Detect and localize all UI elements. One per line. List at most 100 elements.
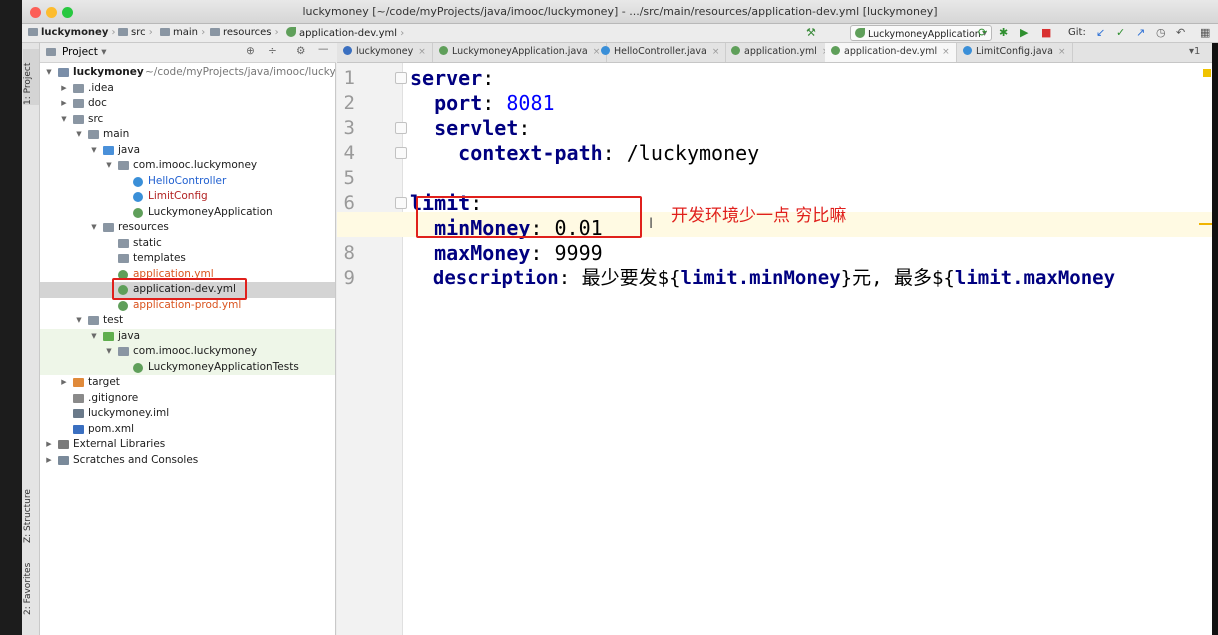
tree-item-label: java: [118, 329, 140, 342]
breadcrumb-main[interactable]: main ›: [160, 27, 205, 38]
editor-tabs: luckymoney × LuckymoneyApplication.java × He…: [337, 43, 1218, 63]
more-tabs-icon[interactable]: ▾1: [1189, 46, 1200, 57]
tree-item[interactable]: luckymoney.iml: [40, 406, 335, 422]
code-editor[interactable]: 123456789 server: port: 8081 servlet: co…: [337, 63, 1218, 635]
tree-item[interactable]: LimitConfig: [40, 189, 335, 205]
module-folder-icon: [58, 68, 69, 77]
tree-item-label: LuckymoneyApplicationTests: [148, 360, 299, 373]
editor-tab[interactable]: LimitConfig.java ×: [957, 43, 1073, 62]
tree-item[interactable]: .gitignore: [40, 391, 335, 407]
collapse-all-icon[interactable]: ÷: [268, 45, 277, 57]
expand-right-icon[interactable]: ▶: [44, 453, 54, 469]
tree-item[interactable]: ▼ src: [40, 112, 335, 128]
git-commit-icon[interactable]: ✓: [1116, 26, 1125, 40]
tree-item[interactable]: ▼ java: [40, 328, 335, 345]
tree-item[interactable]: templates: [40, 251, 335, 267]
text-cursor-icon: I: [649, 216, 654, 232]
breadcrumb-file[interactable]: application-dev.yml ›: [286, 27, 404, 39]
expand-down-icon[interactable]: ▼: [59, 112, 69, 128]
tree-item[interactable]: LuckymoneyApplicationTests: [40, 359, 335, 375]
expand-down-icon[interactable]: ▼: [104, 158, 114, 174]
revert-icon[interactable]: ↶: [1176, 26, 1185, 40]
code-line-8[interactable]: maxMoney: 9999: [410, 241, 603, 266]
code-line-4[interactable]: context-path: /luckymoney: [410, 141, 759, 166]
tree-item[interactable]: ▶ .idea: [40, 81, 335, 97]
breadcrumb-project[interactable]: luckymoney ›: [28, 27, 116, 38]
expand-down-icon[interactable]: ▼: [89, 329, 99, 345]
editor-tab[interactable]: application.yml×: [725, 43, 837, 62]
tree-item[interactable]: ▶ External Libraries: [40, 437, 335, 453]
expand-down-icon[interactable]: ▼: [74, 127, 84, 143]
tree-item[interactable]: HelloController: [40, 174, 335, 190]
project-view-select[interactable]: Project ▾: [62, 46, 107, 58]
yaml-icon: [831, 46, 840, 55]
editor-tab-label: luckymoney: [356, 46, 414, 57]
code-line-1[interactable]: server:: [410, 66, 494, 91]
editor-tab[interactable]: application-dev.yml ×: [825, 43, 957, 62]
fold-marker-icon[interactable]: [395, 122, 407, 134]
fold-marker-icon[interactable]: [395, 197, 407, 209]
breadcrumb-resources[interactable]: resources ›: [210, 27, 279, 38]
close-tab-icon[interactable]: ×: [942, 47, 950, 57]
tree-item-label: src: [88, 112, 104, 125]
rerun-icon[interactable]: ⟳: [978, 26, 987, 40]
close-tab-icon[interactable]: ×: [1058, 47, 1066, 57]
inspection-status-icon: [1203, 69, 1211, 77]
project-tool-tab[interactable]: 1: Project: [23, 49, 39, 105]
editor-tab[interactable]: HelloController.java ×: [595, 43, 727, 62]
tree-item[interactable]: static: [40, 236, 335, 252]
tree-item[interactable]: ▶ Scratches and Consoles: [40, 453, 335, 469]
favorites-tool-tab[interactable]: 2: Favorites: [23, 551, 39, 615]
settings-gear-icon[interactable]: ⚙: [296, 45, 305, 57]
expand-right-icon[interactable]: ▶: [44, 437, 54, 453]
expand-down-icon[interactable]: ▼: [74, 313, 84, 329]
expand-down-icon[interactable]: ▼: [44, 65, 54, 81]
tree-item[interactable]: pom.xml: [40, 422, 335, 438]
code-line-3[interactable]: servlet:: [410, 116, 530, 141]
git-push-icon[interactable]: ↗: [1136, 26, 1145, 40]
expand-right-icon[interactable]: ▶: [59, 96, 69, 112]
line-number: 8: [343, 242, 355, 264]
tree-item[interactable]: LuckymoneyApplication: [40, 205, 335, 221]
expand-right-icon[interactable]: ▶: [59, 81, 69, 97]
package-icon: [118, 161, 129, 170]
code-line-9[interactable]: description: 最少要发${limit.minMoney}元, 最多$…: [410, 266, 1115, 291]
tree-item[interactable]: ▼ luckymoney ~/code/myProjects/java/imooc/…: [40, 65, 335, 81]
maven-icon: [73, 424, 84, 434]
run-configuration-select[interactable]: LuckymoneyApplication ▾: [850, 25, 992, 41]
tree-item-label: com.imooc.luckymoney: [133, 159, 258, 171]
tree-item[interactable]: ▼ com.imooc.luckymoney: [40, 344, 335, 360]
editor-tab[interactable]: luckymoney ×: [337, 43, 433, 62]
locate-file-icon[interactable]: ⊕: [246, 45, 255, 57]
fold-marker-icon[interactable]: [395, 147, 407, 159]
tree-item[interactable]: ▼ java: [40, 143, 335, 159]
git-update-icon[interactable]: ↙: [1096, 26, 1105, 40]
editor-tab[interactable]: LuckymoneyApplication.java ×: [433, 43, 608, 62]
stop-icon[interactable]: ■: [1041, 26, 1051, 40]
coverage-icon[interactable]: ▶: [1020, 26, 1028, 40]
project-structure-icon[interactable]: ▦: [1200, 26, 1210, 40]
tree-item[interactable]: ▶ doc: [40, 96, 335, 112]
close-tab-icon[interactable]: ×: [712, 47, 720, 57]
tree-item[interactable]: ▶ target: [40, 375, 335, 391]
tree-item[interactable]: ▼ com.imooc.luckymoney: [40, 158, 335, 174]
editor-tab-label: application.yml: [744, 46, 817, 57]
desktop-left-edge: [0, 0, 22, 635]
structure-tool-tab[interactable]: Z: Structure: [23, 479, 39, 543]
expand-right-icon[interactable]: ▶: [59, 375, 69, 391]
debug-bug-icon[interactable]: ✱: [999, 26, 1008, 40]
fold-marker-icon[interactable]: [395, 72, 407, 84]
history-icon[interactable]: ◷: [1156, 26, 1166, 40]
expand-down-icon[interactable]: ▼: [89, 143, 99, 159]
expand-down-icon[interactable]: ▼: [104, 344, 114, 360]
expand-down-icon[interactable]: ▼: [89, 220, 99, 236]
build-hammer-icon[interactable]: ⚒: [806, 26, 816, 40]
hide-panel-icon[interactable]: —: [318, 43, 329, 55]
tree-item[interactable]: ▼ test: [40, 313, 335, 329]
breadcrumb-src[interactable]: src ›: [118, 27, 153, 38]
folder-icon: [73, 99, 84, 108]
tree-item[interactable]: ▼ resources: [40, 220, 335, 236]
tree-item[interactable]: ▼ main: [40, 127, 335, 143]
close-tab-icon[interactable]: ×: [418, 47, 426, 57]
code-line-2[interactable]: port: 8081: [410, 91, 554, 116]
